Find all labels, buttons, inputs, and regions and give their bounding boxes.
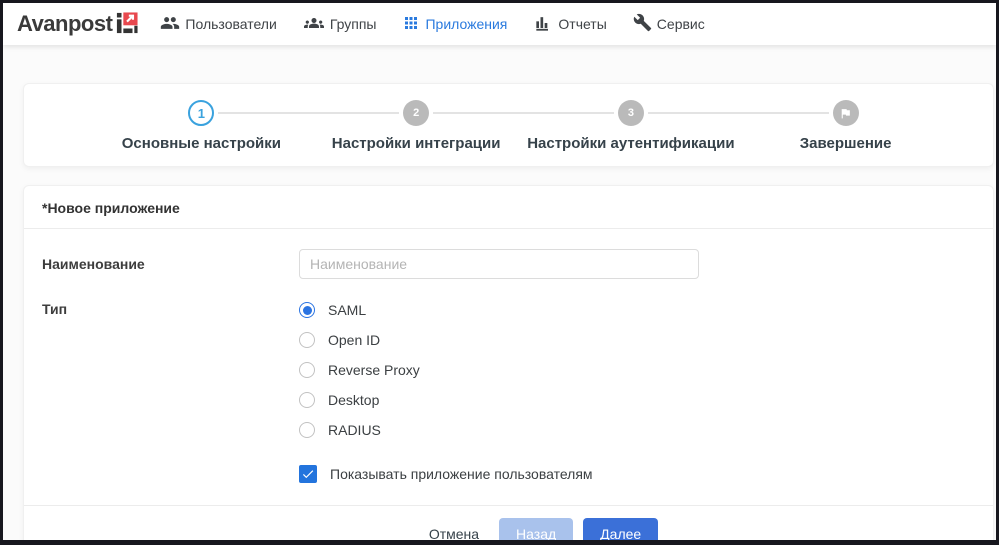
radio-option-reverse-proxy[interactable]: Reverse Proxy bbox=[299, 355, 420, 385]
top-navbar: Avanpost Пользователи bbox=[3, 3, 996, 45]
step-number-badge: 2 bbox=[403, 100, 429, 126]
wizard-steps: 1 Основные настройки 2 Настройки интегра… bbox=[94, 100, 953, 152]
avanpost-logo-icon bbox=[116, 12, 138, 39]
new-application-form-card: *Новое приложение Наименование Тип SAML bbox=[23, 185, 994, 545]
name-field-row: Наименование bbox=[42, 249, 975, 279]
nav-item-label: Сервис bbox=[657, 16, 705, 32]
step-label: Основные настройки bbox=[122, 135, 281, 152]
step-number-badge: 3 bbox=[618, 100, 644, 126]
step-label: Завершение bbox=[800, 135, 892, 152]
step-integration-settings[interactable]: 2 Настройки интеграции bbox=[309, 100, 524, 152]
step-number-badge: 1 bbox=[188, 100, 214, 126]
type-field-label: Тип bbox=[42, 295, 299, 445]
step-basic-settings[interactable]: 1 Основные настройки bbox=[94, 100, 309, 152]
radio-icon bbox=[299, 362, 315, 378]
app-window: Avanpost Пользователи bbox=[0, 0, 999, 545]
step-authentication-settings[interactable]: 3 Настройки аутентификации bbox=[524, 100, 739, 152]
step-label: Настройки аутентификации bbox=[527, 135, 734, 152]
radio-option-saml[interactable]: SAML bbox=[299, 295, 420, 325]
apps-grid-icon bbox=[402, 14, 420, 35]
bar-chart-icon bbox=[533, 13, 553, 36]
nav-item-reports[interactable]: Отчеты bbox=[533, 13, 606, 36]
brand-name: Avanpost bbox=[17, 11, 112, 37]
app-type-radio-group: SAML Open ID Reverse Proxy Desktop bbox=[299, 295, 420, 445]
radio-option-label: Desktop bbox=[328, 392, 379, 408]
step-label: Настройки интеграции bbox=[332, 135, 501, 152]
radio-icon bbox=[299, 332, 315, 348]
nav-item-service[interactable]: Сервис bbox=[633, 13, 705, 35]
radio-icon bbox=[299, 392, 315, 408]
radio-option-radius[interactable]: RADIUS bbox=[299, 415, 420, 445]
groups-icon bbox=[303, 13, 325, 36]
form-footer: Отмена Назад Далее bbox=[24, 505, 993, 545]
main-menu: Пользователи Группы Приложения Отчеты bbox=[160, 13, 704, 36]
name-field-label: Наименование bbox=[42, 249, 299, 279]
radio-option-label: Reverse Proxy bbox=[328, 362, 420, 378]
wrench-icon bbox=[633, 13, 652, 35]
show-to-users-checkbox-row[interactable]: Показывать приложение пользователям bbox=[299, 465, 975, 483]
avanpost-logo[interactable]: Avanpost bbox=[17, 10, 138, 39]
radio-option-label: SAML bbox=[328, 302, 366, 318]
type-field-row: Тип SAML Open ID Reverse Proxy bbox=[42, 295, 975, 445]
checked-checkbox-icon[interactable] bbox=[299, 465, 317, 483]
radio-icon bbox=[299, 302, 315, 318]
nav-item-label: Отчеты bbox=[558, 16, 606, 32]
radio-option-openid[interactable]: Open ID bbox=[299, 325, 420, 355]
next-button[interactable]: Далее bbox=[583, 518, 658, 545]
nav-item-applications[interactable]: Приложения bbox=[402, 14, 507, 35]
users-icon bbox=[160, 13, 180, 36]
nav-item-groups[interactable]: Группы bbox=[303, 13, 377, 36]
form-title: *Новое приложение bbox=[24, 186, 993, 229]
checkbox-label: Показывать приложение пользователям bbox=[330, 466, 593, 482]
nav-item-label: Группы bbox=[330, 16, 377, 32]
flag-icon bbox=[833, 100, 859, 126]
form-body: Наименование Тип SAML Open ID bbox=[24, 229, 993, 483]
radio-option-desktop[interactable]: Desktop bbox=[299, 385, 420, 415]
name-input[interactable] bbox=[299, 249, 699, 279]
step-finish[interactable]: Завершение bbox=[738, 100, 953, 152]
radio-option-label: RADIUS bbox=[328, 422, 381, 438]
cancel-link[interactable]: Отмена bbox=[429, 526, 479, 542]
nav-item-label: Приложения bbox=[425, 16, 507, 32]
radio-option-label: Open ID bbox=[328, 332, 380, 348]
back-button[interactable]: Назад bbox=[499, 518, 573, 545]
radio-icon bbox=[299, 422, 315, 438]
nav-item-users[interactable]: Пользователи bbox=[160, 13, 276, 36]
nav-item-label: Пользователи bbox=[185, 16, 276, 32]
main-content: 1 Основные настройки 2 Настройки интегра… bbox=[3, 45, 996, 545]
wizard-stepper-card: 1 Основные настройки 2 Настройки интегра… bbox=[23, 83, 994, 167]
